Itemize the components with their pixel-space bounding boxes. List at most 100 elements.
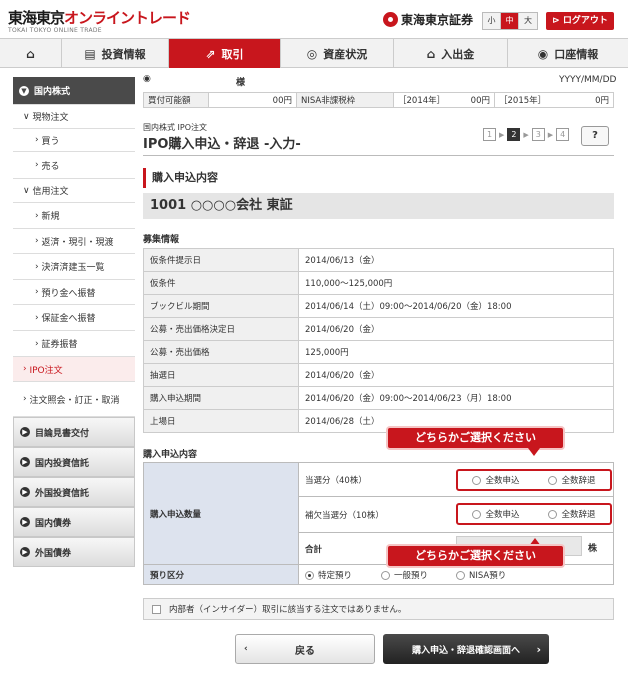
- table-row: 購入申込期間 2014/06/20（金）09:00～2014/06/23（月）18…: [143, 386, 614, 410]
- table-row: 抽選日 2014/06/20（金）: [143, 363, 614, 387]
- sidebar-cat-prospectus[interactable]: ▶ 目論見書交付: [13, 417, 135, 447]
- logout-icon: ⊳: [552, 16, 563, 26]
- nav-deposit-withdraw[interactable]: ⌂ 入出金: [394, 39, 508, 68]
- callout-arrow-icon: [528, 448, 540, 456]
- row-value: 2014/06/13（金）: [298, 248, 614, 272]
- font-size-small-button[interactable]: 小: [483, 13, 501, 29]
- radio-icon: [456, 571, 465, 580]
- custody-label: 預り区分: [143, 564, 299, 585]
- back-button[interactable]: ‹ 戻る: [235, 634, 375, 664]
- sidebar-item-securities-transfer[interactable]: › 証券振替: [13, 331, 135, 357]
- nisa-2014-label: ［2014年］: [393, 92, 449, 108]
- arrow-right-icon: ▶: [499, 130, 505, 139]
- sidebar-item-new[interactable]: › 新規: [13, 203, 135, 229]
- radio-icon: [381, 571, 390, 580]
- checkbox-icon[interactable]: [152, 604, 161, 614]
- section-title: 購入申込内容: [143, 168, 614, 188]
- font-size-switcher: 小 中 大: [482, 12, 538, 30]
- sidebar-item-margin-order[interactable]: ∨ 信用注文: [13, 179, 135, 203]
- brand-name: 東海東京証券: [383, 11, 473, 28]
- sidebar-item-order-inquiry[interactable]: › 注文照会・訂正・取消: [13, 382, 135, 417]
- sidebar-item-buy[interactable]: › 買う: [13, 129, 135, 152]
- info-icon: ▤: [84, 46, 96, 61]
- funds-table: 買付可能額 00円 NISA非課税枠 ［2014年］ 00円 ［2015年］ 0…: [143, 92, 614, 108]
- win-all-apply-radio[interactable]: 全数申込: [472, 474, 520, 486]
- row-value: 110,000～125,000円: [298, 271, 614, 295]
- row-label: 仮条件: [143, 271, 299, 295]
- next-button[interactable]: 購入申込・辞退確認画面へ ›: [383, 634, 549, 664]
- step-2: 2: [507, 128, 521, 141]
- sidebar-cat-domestic-bonds[interactable]: ▶ 国内債券: [13, 507, 135, 537]
- font-size-medium-button[interactable]: 中: [501, 13, 519, 29]
- sidebar-item-repay[interactable]: › 返済・現引・現渡: [13, 229, 135, 254]
- chevron-right-icon: ▶: [20, 547, 30, 557]
- page-title: IPO購入申込・辞退 -入力-: [143, 137, 301, 152]
- sidebar-head-domestic-stocks[interactable]: ▼ 国内株式: [13, 77, 135, 105]
- insider-check-row[interactable]: 内部者（インサイダー）取引に該当する注文ではありません。: [143, 598, 614, 620]
- sidebar-item-ipo-order[interactable]: › IPO注文: [13, 357, 135, 382]
- available-value: 00円: [208, 92, 297, 108]
- chevron-right-icon: ▶: [20, 487, 30, 497]
- logout-button[interactable]: ⊳ ログアウト: [546, 12, 614, 30]
- chevron-right-icon: ▶: [20, 457, 30, 467]
- bank-icon: ⌂: [426, 46, 436, 61]
- win-choice-group: 全数申込 全数辞退: [456, 469, 612, 491]
- recruit-heading: 募集情報: [143, 235, 180, 245]
- sub-all-decline-radio[interactable]: 全数辞退: [548, 508, 596, 520]
- nav-trade[interactable]: ⇗ 取引: [169, 39, 281, 68]
- sidebar-item-spot-order[interactable]: ∨ 現物注文: [13, 105, 135, 129]
- nav-assets[interactable]: ◎ 資産状況: [281, 39, 394, 68]
- sidebar-item-to-deposit[interactable]: › 預り金へ振替: [13, 280, 135, 305]
- row-value: 125,000円: [298, 340, 614, 364]
- table-row: 公募・売出価格決定日 2014/06/20（金）: [143, 317, 614, 341]
- row-label: 公募・売出価格決定日: [143, 317, 299, 341]
- callout-top: どちらかご選択ください: [388, 428, 563, 448]
- custody-specific-radio[interactable]: 特定預り: [305, 569, 352, 581]
- logo[interactable]: 東海東京オンライントレード: [8, 7, 191, 28]
- font-size-large-button[interactable]: 大: [519, 13, 537, 29]
- chevron-right-icon: ▶: [20, 427, 30, 437]
- nisa-label: NISA非課税枠: [296, 92, 394, 108]
- home-icon: ⌂: [26, 46, 35, 61]
- row-value: 2014/06/14（土）09:00～2014/06/20（金）18:00: [298, 294, 614, 318]
- sidebar-cat-domestic-funds[interactable]: ▶ 国内投資信託: [13, 447, 135, 477]
- chevron-left-icon: ‹: [244, 644, 248, 654]
- radio-icon: [548, 510, 558, 519]
- chevron-down-icon: ∨: [23, 185, 33, 196]
- help-button[interactable]: ?: [581, 126, 609, 146]
- sub-all-apply-radio[interactable]: 全数申込: [472, 508, 520, 520]
- step-3: 3: [531, 128, 545, 141]
- nisa-2015-label: ［2015年］: [494, 92, 555, 108]
- table-row: 仮条件 110,000～125,000円: [143, 271, 614, 295]
- row-value: 2014/06/20（金）09:00～2014/06/23（月）18:00: [298, 386, 614, 410]
- brand-logo-icon: [383, 12, 398, 27]
- step-4: 4: [556, 128, 570, 141]
- sidebar-item-settled-list[interactable]: › 決済済建玉一覧: [13, 254, 135, 280]
- custody-nisa-radio[interactable]: NISA預り: [456, 569, 506, 581]
- arrow-right-icon: ▶: [547, 130, 554, 139]
- help-icon: ?: [592, 130, 598, 141]
- nav-home[interactable]: ⌂: [0, 39, 62, 68]
- user-name-suffix: 様: [236, 78, 246, 88]
- win-all-decline-radio[interactable]: 全数辞退: [548, 474, 596, 486]
- stock-name: 1001 ○○○○会社 東証: [143, 193, 614, 219]
- step-1: 1: [483, 128, 496, 141]
- table-row: 公募・売出価格 125,000円: [143, 340, 614, 364]
- nisa-2015-value: 0円: [554, 92, 614, 108]
- person-icon: ◉: [537, 46, 549, 61]
- sub-choice-group: 全数申込 全数辞退: [456, 503, 612, 525]
- sidebar-cat-foreign-funds[interactable]: ▶ 外国投資信託: [13, 477, 135, 507]
- row-label: 抽選日: [143, 363, 299, 387]
- sidebar-item-sell[interactable]: › 売る: [13, 152, 135, 179]
- callout-arrow-icon: [529, 538, 541, 546]
- sidebar-item-to-margin[interactable]: › 保証金へ振替: [13, 305, 135, 331]
- nav-investment-info[interactable]: ▤ 投資情報: [62, 39, 169, 68]
- sidebar-cat-foreign-bonds[interactable]: ▶ 外国債券: [13, 537, 135, 567]
- custody-general-radio[interactable]: 一般預り: [381, 569, 428, 581]
- callout-bottom: どちらかご選択ください: [388, 546, 563, 566]
- chevron-down-icon: ∨: [23, 111, 33, 122]
- title-divider: [143, 155, 614, 156]
- nav-account-info[interactable]: ◉ 口座情報: [508, 39, 628, 68]
- breadcrumb: 国内株式 IPO注文: [143, 123, 208, 132]
- row-label: 購入申込期間: [143, 386, 299, 410]
